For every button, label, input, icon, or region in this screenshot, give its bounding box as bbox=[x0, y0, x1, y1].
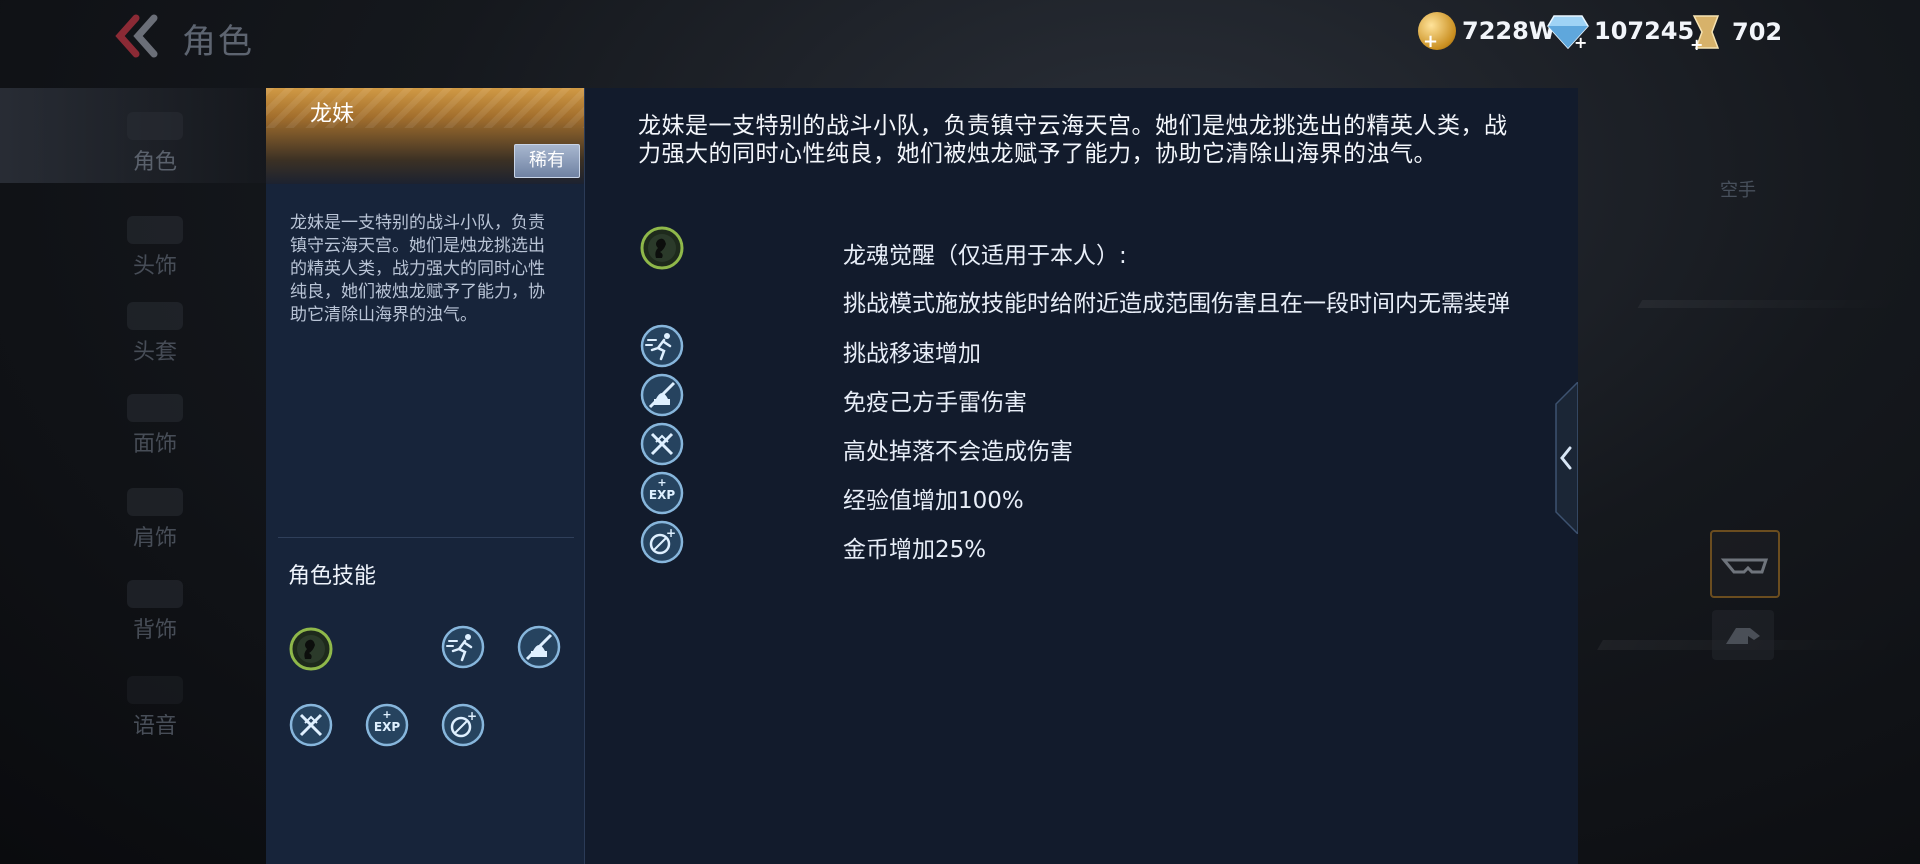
face-accessory-icon bbox=[127, 394, 183, 422]
ticket-icon: + bbox=[1690, 15, 1720, 52]
sidebar-item-label: 面饰 bbox=[132, 432, 177, 457]
sidebar-item-label: 头饰 bbox=[132, 254, 177, 279]
svg-text:EXP: EXP bbox=[374, 720, 400, 734]
back-button[interactable] bbox=[112, 12, 162, 60]
hero-short-description: 龙妹是一支特别的战斗小队，负责镇守云海天宫。她们是烛龙挑选出的精英人类，战力强大… bbox=[290, 213, 545, 325]
hero-card-header: 龙妹 稀有 bbox=[266, 88, 584, 184]
ticket-currency[interactable]: + 702 bbox=[1688, 12, 1782, 52]
skill-title: 龙魂觉醒（仅适用于本人）: bbox=[843, 243, 1127, 269]
sidebar-item-label: 背饰 bbox=[132, 618, 177, 643]
sidebar-item-shoulder-accessory[interactable]: 肩饰 bbox=[95, 488, 215, 552]
fall-immune-icon[interactable] bbox=[289, 703, 333, 747]
coin-boost-icon: + bbox=[640, 520, 684, 564]
rarity-badge: 稀有 bbox=[514, 144, 580, 178]
skill-title: 经验值增加100% bbox=[843, 488, 1024, 514]
shoulder-accessory-icon bbox=[127, 488, 183, 516]
skill-title: 免疫己方手雷伤害 bbox=[843, 390, 1027, 416]
right-side-label: 空手 bbox=[1720, 180, 1756, 201]
ticket-amount: 702 bbox=[1732, 18, 1783, 46]
diamond-currency[interactable]: + 107245 bbox=[1546, 12, 1694, 50]
svg-text:EXP: EXP bbox=[649, 488, 675, 502]
skill-detail: 挑战模式施放技能时给附近造成范围伤害且在一段时间内无需装弹 bbox=[843, 291, 1510, 317]
grenade-immune-icon[interactable] bbox=[517, 625, 561, 669]
svg-text:+: + bbox=[666, 526, 676, 540]
sidebar-item-label: 语音 bbox=[132, 714, 177, 739]
grenade-immune-icon bbox=[640, 373, 684, 417]
svg-text:+: + bbox=[467, 709, 477, 723]
gold-coin-icon bbox=[1418, 12, 1456, 52]
run-speed-icon bbox=[640, 324, 684, 368]
skill-row: EXP + 经验值增加100% bbox=[640, 471, 1540, 517]
chevron-left-icon bbox=[1555, 380, 1579, 536]
hero-long-description: 龙妹是一支特别的战斗小队，负责镇守云海天宫。她们是烛龙挑选出的精英人类，战力强大… bbox=[638, 113, 1508, 167]
skill-title: 金币增加25% bbox=[843, 537, 987, 563]
skill-row: 挑战移速增加 bbox=[640, 324, 1540, 370]
exp-boost-icon[interactable]: EXP + bbox=[365, 703, 409, 747]
character-icon bbox=[127, 112, 183, 140]
sidebar-item-label: 角色 bbox=[132, 150, 177, 175]
goggles-icon bbox=[1720, 558, 1769, 574]
skill-row: 免疫己方手雷伤害 bbox=[640, 373, 1540, 419]
skill-row: + 金币增加25% bbox=[640, 520, 1540, 566]
sidebar-item-headwear[interactable]: 头饰 bbox=[95, 216, 215, 280]
skill-row: 高处掉落不会造成伤害 bbox=[640, 422, 1540, 468]
page-title: 角色 bbox=[182, 22, 254, 62]
skill-title: 高处掉落不会造成伤害 bbox=[843, 439, 1073, 465]
goggles-slot[interactable] bbox=[1710, 530, 1780, 598]
svg-text:+: + bbox=[657, 476, 666, 489]
collapse-panel-tab[interactable] bbox=[1552, 380, 1579, 536]
gold-amount: 7228W bbox=[1462, 17, 1556, 45]
svg-text:+: + bbox=[382, 708, 391, 721]
coin-boost-icon[interactable]: + bbox=[441, 703, 485, 747]
skills-title: 角色技能 bbox=[288, 564, 377, 589]
sidebar-item-headgear[interactable]: 头套 bbox=[95, 302, 215, 366]
dragon-soul-icon[interactable] bbox=[289, 627, 333, 671]
gold-currency[interactable]: 7228W bbox=[1418, 12, 1556, 52]
diamond-icon: + bbox=[1547, 15, 1589, 50]
voice-icon bbox=[127, 676, 183, 704]
sidebar-item-back-accessory[interactable]: 背饰 bbox=[95, 580, 215, 644]
sidebar-item-label: 头套 bbox=[132, 340, 177, 365]
hero-card-panel: 龙妹 稀有 龙妹是一支特别的战斗小队，负责镇守云海天宫。她们是烛龙挑选出的精英人… bbox=[266, 88, 585, 864]
svg-text:+: + bbox=[1690, 35, 1703, 52]
divider bbox=[278, 537, 574, 538]
dragon-soul-icon bbox=[640, 226, 684, 270]
sidebar-item-face-accessory[interactable]: 面饰 bbox=[95, 394, 215, 458]
run-speed-icon[interactable] bbox=[441, 625, 485, 669]
diamond-amount: 107245 bbox=[1594, 17, 1695, 45]
skill-row: 龙魂觉醒（仅适用于本人）: bbox=[640, 226, 1540, 272]
svg-text:+: + bbox=[1574, 33, 1587, 50]
sidebar-item-character[interactable]: 角色 bbox=[95, 112, 215, 176]
outfit-slot[interactable] bbox=[1712, 610, 1774, 660]
background-streak bbox=[1637, 300, 1903, 308]
headwear-icon bbox=[127, 216, 183, 244]
back-accessory-icon bbox=[127, 580, 183, 608]
exp-boost-icon: EXP + bbox=[640, 471, 684, 515]
skill-title: 挑战移速增加 bbox=[843, 341, 981, 367]
headgear-icon bbox=[127, 302, 183, 330]
hero-detail-panel: 龙妹是一支特别的战斗小队，负责镇守云海天宫。她们是烛龙挑选出的精英人类，战力强大… bbox=[585, 88, 1578, 864]
double-chevron-left-icon bbox=[115, 14, 158, 58]
outfit-icon bbox=[1726, 628, 1760, 644]
fall-immune-icon bbox=[640, 422, 684, 466]
sidebar-item-voice[interactable]: 语音 bbox=[95, 676, 215, 740]
hero-name: 龙妹 bbox=[310, 102, 355, 127]
sidebar-item-label: 肩饰 bbox=[132, 526, 177, 551]
top-bar: 角色 7228W + 107245 + 702 bbox=[0, 0, 1920, 72]
